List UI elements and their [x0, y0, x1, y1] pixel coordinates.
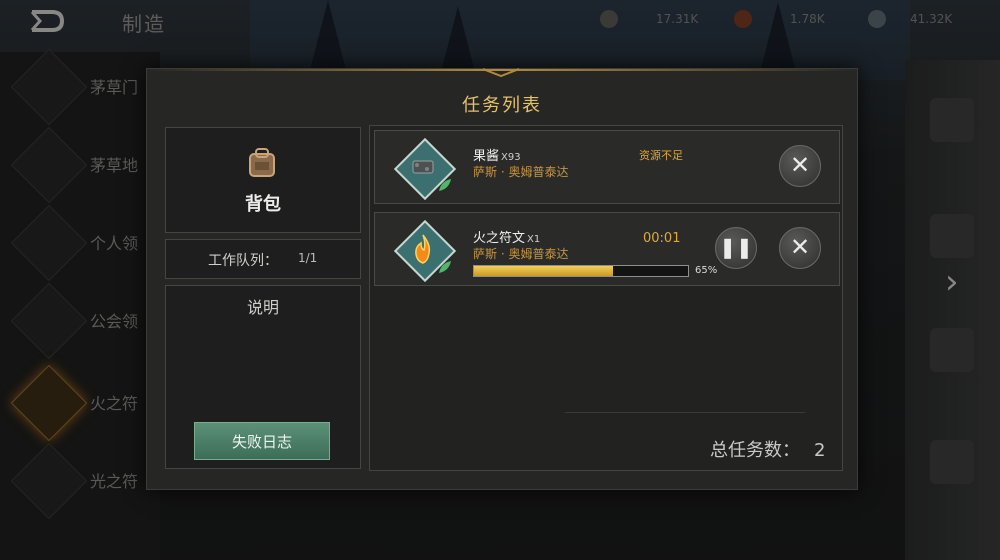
task-row: 火之符文 X1 萨斯 · 奥姆普泰达 00:01 65% ❚❚ ✕	[374, 212, 840, 286]
cancel-task-button[interactable]: ✕	[779, 227, 821, 269]
pause-task-button[interactable]: ❚❚	[715, 227, 757, 269]
task-status: 资源不足	[639, 149, 683, 162]
task-quantity: X93	[501, 152, 521, 163]
task-timer: 00:01	[643, 231, 681, 246]
leaf-icon	[439, 261, 451, 273]
task-name: 果酱	[473, 149, 500, 164]
list-divider	[565, 412, 805, 413]
queue-value: 1/1	[298, 251, 318, 265]
backpack-icon	[249, 148, 275, 177]
task-crafter: 萨斯 · 奥姆普泰达	[473, 247, 569, 261]
task-row: 果酱 X93 萨斯 · 奥姆普泰达 资源不足 ✕	[374, 130, 840, 204]
progress-fill	[474, 266, 614, 276]
backpack-button[interactable]: 背包	[165, 127, 361, 233]
backpack-label: 背包	[245, 194, 281, 215]
fail-log-button[interactable]: 失败日志	[194, 422, 330, 460]
task-name-line: 果酱 X93	[473, 145, 521, 164]
cancel-task-button[interactable]: ✕	[779, 145, 821, 187]
task-crafter: 萨斯 · 奥姆普泰达	[473, 165, 569, 179]
task-name: 火之符文	[473, 231, 526, 246]
task-list: 果酱 X93 萨斯 · 奥姆普泰达 资源不足 ✕ 火之符文 X1 萨斯 · 奥姆普泰…	[369, 125, 843, 471]
description-label: 说明	[246, 298, 279, 317]
queue-label: 工作队列：	[208, 253, 278, 269]
work-queue: 工作队列： 1/1	[165, 239, 361, 279]
progress-percent: 65%	[695, 265, 718, 276]
description-panel: 说明 失败日志	[165, 285, 361, 469]
total-label: 总任务数：	[710, 440, 800, 461]
close-icon: ✕	[789, 234, 811, 261]
task-name-line: 火之符文 X1	[473, 227, 540, 246]
leaf-icon	[439, 179, 451, 191]
pause-icon: ❚❚	[719, 237, 753, 259]
close-icon: ✕	[789, 152, 811, 179]
task-quantity: X1	[527, 234, 541, 245]
ornament-icon	[483, 68, 519, 77]
task-list-dialog: 任务列表 背包 工作队列： 1/1 说明 失败日志 果酱 X93 萨斯 · 奥姆…	[146, 68, 858, 490]
total-tasks: 总任务数： 2	[710, 436, 825, 462]
dialog-title: 任务列表	[462, 95, 542, 116]
total-value: 2	[814, 440, 826, 461]
task-progress-bar	[473, 265, 689, 277]
